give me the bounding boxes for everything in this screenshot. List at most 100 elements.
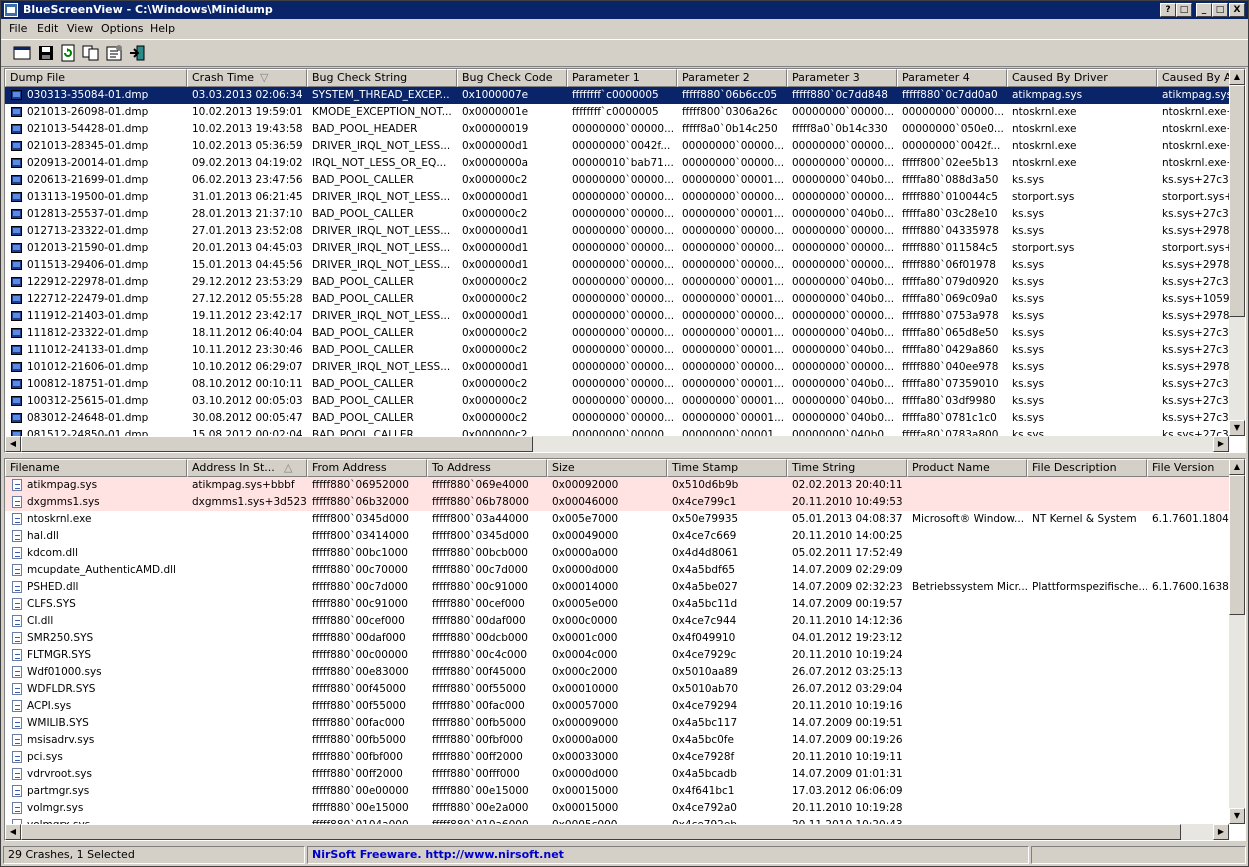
driver-row[interactable]: Wdf01000.sys fffff880`00e83000 fffff880`00…	[5, 664, 1245, 681]
col-time-string[interactable]: Time String	[787, 459, 907, 477]
scroll-up-button[interactable]: ▲	[1229, 69, 1245, 85]
crash-row[interactable]: 021013-54428-01.dmp 10.02.2013 19:43:58 BA…	[5, 121, 1245, 138]
crash-row[interactable]: 020913-20014-01.dmp 09.02.2013 04:19:02 IR…	[5, 155, 1245, 172]
exit-icon[interactable]	[128, 44, 146, 62]
scroll-up-button[interactable]: ▲	[1229, 459, 1245, 475]
crash-row[interactable]: 013113-19500-01.dmp 31.01.2013 06:21:45 DR…	[5, 189, 1245, 206]
col-parameter-4[interactable]: Parameter 4	[897, 69, 1007, 87]
col-crash-time[interactable]: Crash Time ▽	[187, 69, 307, 87]
close-button[interactable]: X	[1229, 3, 1245, 17]
save-icon[interactable]	[37, 44, 55, 62]
col-to-address[interactable]: To Address	[427, 459, 547, 477]
vscroll-thumb[interactable]	[1229, 475, 1245, 615]
scroll-left-button[interactable]: ◀	[5, 824, 21, 840]
crash-row[interactable]: 111912-21403-01.dmp 19.11.2012 23:42:17 DR…	[5, 308, 1245, 325]
menu-bar: File Edit View Options Help	[1, 19, 1248, 39]
driver-row[interactable]: mcupdate_AuthenticAMD.dll fffff880`00c700…	[5, 562, 1245, 579]
crash-row[interactable]: 101012-21606-01.dmp 10.10.2012 06:29:07 DR…	[5, 359, 1245, 376]
driver-row[interactable]: CI.dll fffff880`00cef000 fffff880`00daf000…	[5, 613, 1245, 630]
col-parameter-1[interactable]: Parameter 1	[567, 69, 677, 87]
driver-row[interactable]: PSHED.dll fffff880`00c7d000 fffff880`00c91…	[5, 579, 1245, 596]
crash-row[interactable]: 021013-26098-01.dmp 10.02.2013 19:59:01 KM…	[5, 104, 1245, 121]
menu-view[interactable]: View	[67, 22, 93, 35]
restore-title-button[interactable]: □	[1176, 3, 1192, 17]
menu-help[interactable]: Help	[150, 22, 175, 35]
driver-row[interactable]: hal.dll fffff800`03414000 fffff800`0345d00…	[5, 528, 1245, 545]
hscroll-thumb[interactable]	[21, 436, 533, 452]
refresh-icon[interactable]	[59, 44, 77, 62]
cell: fffff880`00fb5000	[312, 734, 406, 746]
crash-row[interactable]: 011513-29406-01.dmp 15.01.2013 04:45:56 DR…	[5, 257, 1245, 274]
driver-row[interactable]: atikmpag.sys atikmpag.sys+bbbf fffff880`06…	[5, 477, 1245, 494]
cell: 011513-29406-01.dmp	[27, 259, 149, 271]
menu-edit[interactable]: Edit	[37, 22, 58, 35]
driver-file-icon	[12, 734, 22, 746]
crash-row[interactable]: 122912-22978-01.dmp 29.12.2012 23:53:29 BA…	[5, 274, 1245, 291]
col-parameter-2[interactable]: Parameter 2	[677, 69, 787, 87]
nirsoft-link[interactable]: NirSoft Freeware. http://www.nirsoft.net	[307, 846, 1029, 864]
crash-list-hscrollbar[interactable]: ◀ ▶	[5, 436, 1229, 452]
minimize-button[interactable]: _	[1196, 3, 1212, 17]
driver-row[interactable]: SMR250.SYS fffff880`00daf000 fffff880`00dc…	[5, 630, 1245, 647]
col-time-stamp[interactable]: Time Stamp	[667, 459, 787, 477]
col-address-in-stack[interactable]: Address In St... △	[187, 459, 307, 477]
scroll-left-button[interactable]: ◀	[5, 436, 21, 452]
crash-row[interactable]: 122712-22479-01.dmp 27.12.2012 05:55:28 BA…	[5, 291, 1245, 308]
col-parameter-3[interactable]: Parameter 3	[787, 69, 897, 87]
driver-row[interactable]: volmgr.sys fffff880`00e15000 fffff880`00e2…	[5, 800, 1245, 817]
crash-list-vscrollbar[interactable]: ▲ ▼	[1229, 69, 1245, 436]
col-file-description[interactable]: File Description	[1027, 459, 1147, 477]
driver-row[interactable]: FLTMGR.SYS fffff880`00c00000 fffff880`00c4…	[5, 647, 1245, 664]
copy-icon[interactable]	[82, 44, 100, 62]
scroll-right-button[interactable]: ▶	[1213, 824, 1229, 840]
crash-row[interactable]: 111812-23322-01.dmp 18.11.2012 06:40:04 BA…	[5, 325, 1245, 342]
cell: 0x000000d1	[462, 259, 529, 271]
vscroll-thumb[interactable]	[1229, 85, 1245, 317]
crash-row[interactable]: 012713-23322-01.dmp 27.01.2013 23:52:08 DR…	[5, 223, 1245, 240]
cell: mcupdate_AuthenticAMD.dll	[27, 564, 176, 576]
html-report-icon[interactable]	[13, 44, 31, 62]
crash-row[interactable]: 012813-25537-01.dmp 28.01.2013 21:37:10 BA…	[5, 206, 1245, 223]
scroll-down-button[interactable]: ▼	[1229, 420, 1245, 436]
driver-list-hscrollbar[interactable]: ◀ ▶	[5, 824, 1229, 840]
col-size[interactable]: Size	[547, 459, 667, 477]
col-bug-check-code[interactable]: Bug Check Code	[457, 69, 567, 87]
col-address-in-stack-label: Address In St...	[192, 461, 275, 474]
crash-row[interactable]: 100312-25615-01.dmp 03.10.2012 00:05:03 BA…	[5, 393, 1245, 410]
scroll-right-button[interactable]: ▶	[1213, 436, 1229, 452]
properties-icon[interactable]	[105, 44, 123, 62]
crash-row[interactable]: 020613-21699-01.dmp 06.02.2013 23:47:56 BA…	[5, 172, 1245, 189]
crash-row[interactable]: 030313-35084-01.dmp 03.03.2013 02:06:34 SY…	[5, 87, 1245, 104]
col-dump-file[interactable]: Dump File	[5, 69, 187, 87]
driver-row[interactable]: pci.sys fffff880`00fbf000 fffff880`00ff200…	[5, 749, 1245, 766]
col-caused-by-driver[interactable]: Caused By Driver	[1007, 69, 1157, 87]
cell: 00000000`00001...	[682, 208, 785, 220]
driver-row[interactable]: kdcom.dll fffff880`00bc1000 fffff880`00bcb…	[5, 545, 1245, 562]
driver-row[interactable]: WDFLDR.SYS fffff880`00f45000 fffff880`00f5…	[5, 681, 1245, 698]
col-filename[interactable]: Filename	[5, 459, 187, 477]
driver-row[interactable]: vdrvroot.sys fffff880`00ff2000 fffff880`00…	[5, 766, 1245, 783]
hscroll-thumb[interactable]	[21, 824, 1181, 840]
driver-row[interactable]: CLFS.SYS fffff880`00c91000 fffff880`00cef0…	[5, 596, 1245, 613]
driver-row[interactable]: ntoskrnl.exe fffff800`0345d000 fffff800`03…	[5, 511, 1245, 528]
driver-row[interactable]: ACPI.sys fffff880`00f55000 fffff880`00fac0…	[5, 698, 1245, 715]
driver-row[interactable]: msisadrv.sys fffff880`00fb5000 fffff880`00…	[5, 732, 1245, 749]
col-product-name[interactable]: Product Name	[907, 459, 1027, 477]
application-window: BlueScreenView - C:\Windows\Minidump ? □…	[0, 0, 1249, 867]
scroll-down-button[interactable]: ▼	[1229, 808, 1245, 824]
col-bug-check-string[interactable]: Bug Check String	[307, 69, 457, 87]
help-title-button[interactable]: ?	[1160, 3, 1176, 17]
driver-list-vscrollbar[interactable]: ▲ ▼	[1229, 459, 1245, 824]
col-from-address[interactable]: From Address	[307, 459, 427, 477]
crash-row[interactable]: 111012-24133-01.dmp 10.11.2012 23:30:46 BA…	[5, 342, 1245, 359]
driver-row[interactable]: WMILIB.SYS fffff880`00fac000 fffff880`00fb…	[5, 715, 1245, 732]
crash-row[interactable]: 083012-24648-01.dmp 30.08.2012 00:05:47 BA…	[5, 410, 1245, 427]
crash-row[interactable]: 012013-21590-01.dmp 20.01.2013 04:45:03 DR…	[5, 240, 1245, 257]
maximize-button[interactable]: □	[1212, 3, 1228, 17]
crash-row[interactable]: 021013-28345-01.dmp 10.02.2013 05:36:59 DR…	[5, 138, 1245, 155]
driver-row[interactable]: dxgmms1.sys dxgmms1.sys+3d523 fffff880`06b…	[5, 494, 1245, 511]
menu-file[interactable]: File	[9, 22, 27, 35]
crash-row[interactable]: 100812-18751-01.dmp 08.10.2012 00:10:11 BA…	[5, 376, 1245, 393]
driver-row[interactable]: partmgr.sys fffff880`00e00000 fffff880`00e…	[5, 783, 1245, 800]
menu-options[interactable]: Options	[101, 22, 143, 35]
